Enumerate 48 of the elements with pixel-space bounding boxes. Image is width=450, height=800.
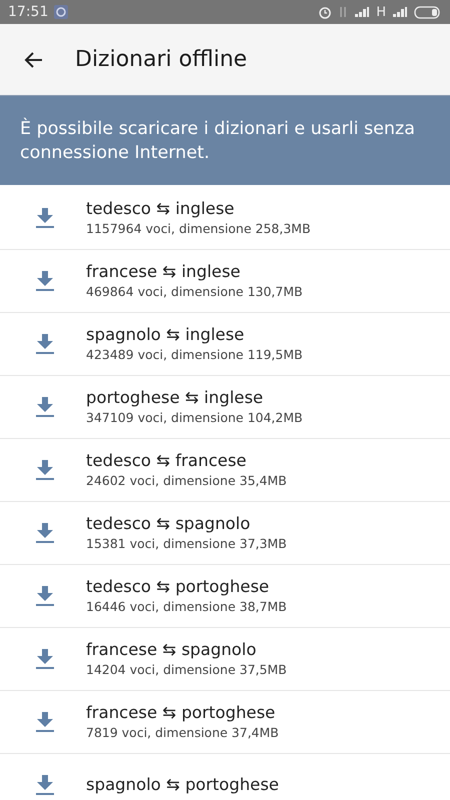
- download-icon[interactable]: [36, 649, 54, 669]
- notification-icon: [54, 5, 68, 19]
- dictionary-row[interactable]: tedesco ⇆ inglese 1157964 voci, dimensione 258,3MB: [0, 187, 450, 250]
- dictionary-details: 16446 voci, dimensione 38,7MB: [86, 598, 287, 616]
- dictionary-row[interactable]: spagnolo ⇆ inglese 423489 voci, dimensione 119,5MB: [0, 313, 450, 376]
- dictionary-row[interactable]: francese ⇆ inglese 469864 voci, dimensione 130,7MB: [0, 250, 450, 313]
- dictionary-title: francese ⇆ inglese: [86, 261, 242, 283]
- download-icon[interactable]: [36, 271, 54, 291]
- dictionary-row[interactable]: portoghese ⇆ inglese 347109 voci, dimensione 104,2MB: [0, 376, 450, 439]
- dictionary-title: portoghese ⇆ inglese: [86, 387, 264, 409]
- download-icon[interactable]: [36, 397, 54, 417]
- download-icon[interactable]: [36, 460, 54, 480]
- dictionary-row[interactable]: tedesco ⇆ francese 24602 voci, dimensione 35,4MB: [0, 439, 450, 502]
- dictionary-title: spagnolo ⇆ inglese: [86, 324, 246, 346]
- dictionary-title: tedesco ⇆ portoghese: [86, 576, 270, 598]
- screen-title: Dizionari offline: [75, 47, 248, 72]
- dictionary-row[interactable]: francese ⇆ portoghese 7819 voci, dimensione 37,4MB: [0, 691, 450, 754]
- dictionary-row[interactable]: tedesco ⇆ portoghese 16446 voci, dimensione 38,7MB: [0, 565, 450, 628]
- dictionary-title: tedesco ⇆ inglese: [86, 198, 236, 220]
- dictionary-row[interactable]: tedesco ⇆ spagnolo 15381 voci, dimensione 37,3MB: [0, 502, 450, 565]
- battery-icon: [414, 6, 442, 18]
- dictionary-details: 15381 voci, dimensione 37,3MB: [86, 535, 287, 553]
- dictionary-details: 24602 voci, dimensione 35,4MB: [86, 472, 287, 490]
- alarm-icon: [318, 5, 332, 19]
- dictionary-details: 7819 voci, dimensione 37,4MB: [86, 724, 279, 742]
- dictionary-title: tedesco ⇆ spagnolo: [86, 513, 252, 535]
- dictionary-details: 423489 voci, dimensione 119,5MB: [86, 346, 303, 364]
- download-icon[interactable]: [36, 586, 54, 606]
- dictionary-row[interactable]: francese ⇆ spagnolo 14204 voci, dimensione 37,5MB: [0, 628, 450, 691]
- dictionary-title: spagnolo ⇆ portoghese: [86, 774, 279, 796]
- dictionary-details: 14204 voci, dimensione 37,5MB: [86, 661, 287, 679]
- dictionary-details: 1157964 voci, dimensione 258,3MB: [86, 220, 311, 238]
- download-icon[interactable]: [36, 775, 54, 795]
- dictionary-title: francese ⇆ portoghese: [86, 702, 276, 724]
- download-icon[interactable]: [36, 523, 54, 543]
- download-icon[interactable]: [36, 712, 54, 732]
- signal-icon: [392, 6, 408, 18]
- download-icon[interactable]: [36, 208, 54, 228]
- dictionary-title: francese ⇆ spagnolo: [86, 639, 258, 661]
- dictionary-details: 347109 voci, dimensione 104,2MB: [86, 409, 303, 427]
- info-text: È possibile scaricare i dizionari e usarli senza connessione Internet.: [20, 116, 416, 164]
- signal-icon: [354, 6, 370, 18]
- clock: 17:51: [8, 4, 48, 20]
- dictionary-title: tedesco ⇆ francese: [86, 450, 248, 472]
- dictionary-row[interactable]: spagnolo ⇆ portoghese: [0, 754, 450, 800]
- dictionary-details: 469864 voci, dimensione 130,7MB: [86, 283, 303, 301]
- network-type: H: [376, 4, 386, 20]
- download-icon[interactable]: [36, 334, 54, 354]
